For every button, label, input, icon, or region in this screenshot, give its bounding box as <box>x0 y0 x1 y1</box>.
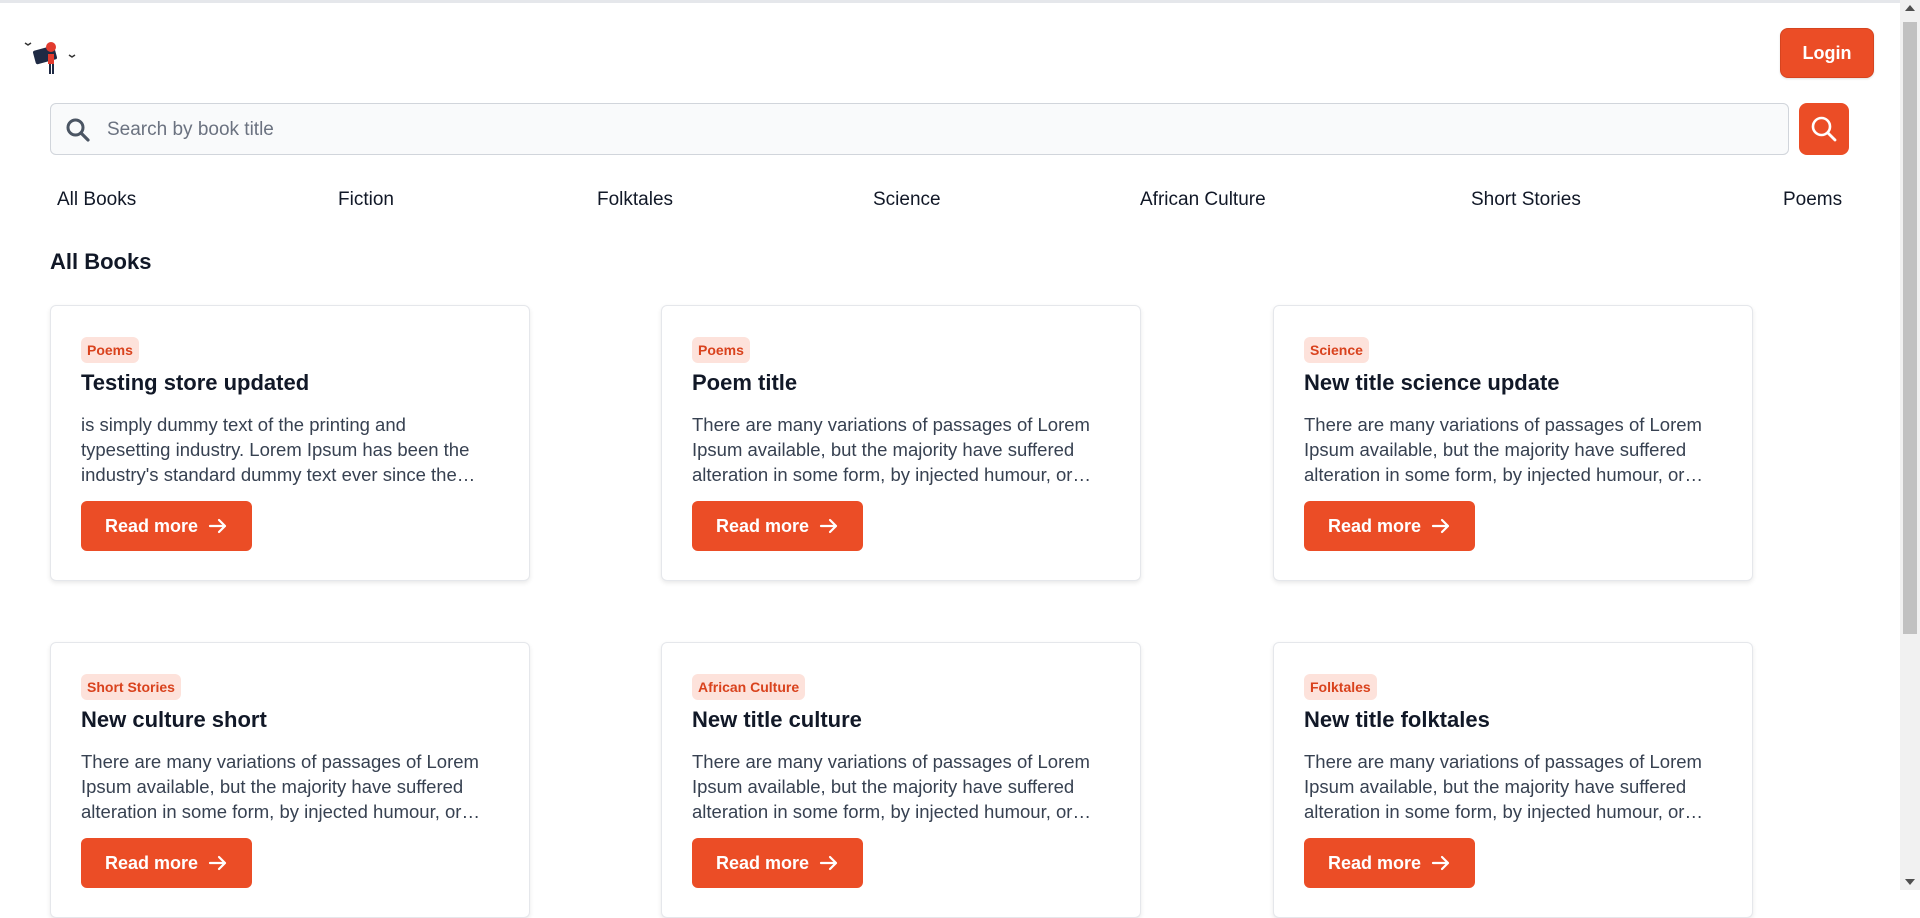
category-badge: Poems <box>81 337 139 363</box>
book-title: Poem title <box>692 370 798 395</box>
book-title: New title science update <box>1304 370 1560 395</box>
category-all-books[interactable]: All Books <box>57 189 136 211</box>
book-card: Folktales New title folktales There are … <box>1273 642 1753 918</box>
arrow-right-icon <box>208 855 227 871</box>
category-badge: African Culture <box>692 674 806 700</box>
book-description: There are many variations of passages of… <box>692 414 1090 485</box>
search-icon <box>66 118 90 142</box>
book-card: Poems Testing store updated is simply du… <box>50 305 530 581</box>
category-badge: Short Stories <box>81 674 181 700</box>
book-title: New title folktales <box>1304 707 1490 732</box>
arrow-right-icon <box>208 518 227 534</box>
category-science[interactable]: Science <box>873 189 941 211</box>
book-description: There are many variations of passages of… <box>1304 751 1702 822</box>
search-bar <box>50 103 1789 156</box>
book-description: There are many variations of passages of… <box>692 751 1090 822</box>
read-more-label: Read more <box>1328 852 1422 873</box>
category-fiction[interactable]: Fiction <box>338 189 394 211</box>
logo[interactable] <box>22 38 82 78</box>
category-badge: Science <box>1304 337 1369 363</box>
arrow-right-icon <box>1431 518 1450 534</box>
read-more-label: Read more <box>716 852 810 873</box>
book-card: African Culture New title culture There … <box>661 642 1141 918</box>
category-badge: Poems <box>692 337 750 363</box>
book-card: Short Stories New culture short There ar… <box>50 642 530 918</box>
book-title: New culture short <box>81 707 267 732</box>
top-border <box>0 0 1920 3</box>
book-description: There are many variations of passages of… <box>81 751 479 822</box>
arrow-right-icon <box>1431 855 1450 871</box>
read-more-label: Read more <box>105 852 199 873</box>
search-icon <box>1811 116 1837 142</box>
scrollbar-thumb[interactable] <box>1903 22 1917 634</box>
login-button[interactable]: Login <box>1780 28 1874 78</box>
reading-figure-logo-icon <box>24 42 76 74</box>
category-african-culture[interactable]: African Culture <box>1140 189 1266 211</box>
book-card: Science New title science update There a… <box>1273 305 1753 581</box>
search-button[interactable] <box>1799 103 1849 155</box>
read-more-button[interactable]: Read more <box>692 501 864 551</box>
arrow-right-icon <box>819 518 838 534</box>
book-title: New title culture <box>692 707 862 732</box>
category-badge: Folktales <box>1304 674 1377 700</box>
read-more-button[interactable]: Read more <box>81 501 253 551</box>
arrow-right-icon <box>819 855 838 871</box>
read-more-label: Read more <box>716 515 810 536</box>
category-short-stories[interactable]: Short Stories <box>1471 189 1581 211</box>
read-more-button[interactable]: Read more <box>81 838 253 888</box>
read-more-label: Read more <box>105 515 199 536</box>
read-more-button[interactable]: Read more <box>1304 501 1476 551</box>
category-folktales[interactable]: Folktales <box>597 189 673 211</box>
category-poems[interactable]: Poems <box>1783 189 1842 211</box>
section-title: All Books <box>50 249 152 274</box>
book-description: There are many variations of passages of… <box>1304 414 1702 485</box>
book-card: Poems Poem title There are many variatio… <box>661 305 1141 581</box>
read-more-button[interactable]: Read more <box>692 838 864 888</box>
scroll-up-arrow-icon[interactable] <box>1905 5 1915 11</box>
search-input[interactable] <box>105 104 1769 156</box>
book-title: Testing store updated <box>81 370 310 395</box>
read-more-button[interactable]: Read more <box>1304 838 1476 888</box>
scroll-down-arrow-icon[interactable] <box>1905 879 1915 885</box>
read-more-label: Read more <box>1328 515 1422 536</box>
book-description: is simply dummy text of the printing and… <box>81 414 470 485</box>
